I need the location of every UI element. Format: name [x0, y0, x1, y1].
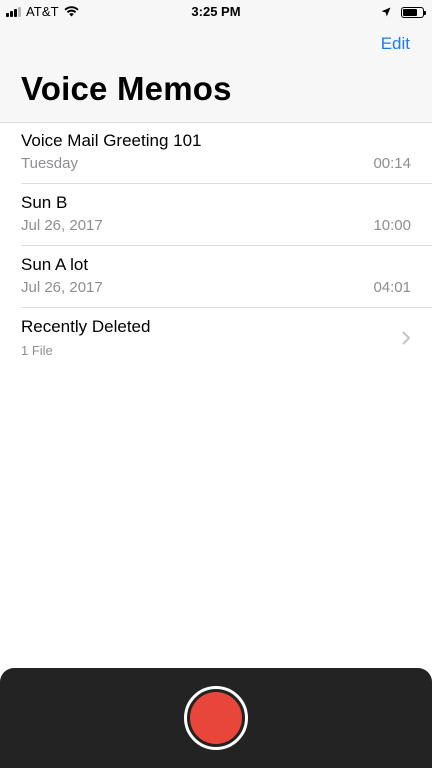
status-bar: AT&T 3:25 PM [0, 0, 432, 24]
page-title: Voice Memos [21, 70, 232, 107]
header-area: AT&T 3:25 PM Edit Voice Memos [0, 0, 432, 123]
memo-duration: 04:01 [373, 279, 411, 296]
memo-title: Voice Mail Greeting 101 [21, 131, 202, 150]
memo-row[interactable]: Sun B Jul 26, 2017 10:00 [21, 184, 432, 246]
memo-date: Tuesday [21, 155, 78, 172]
memo-duration: 10:00 [373, 217, 411, 234]
memo-row[interactable]: Sun A lot Jul 26, 2017 04:01 [21, 246, 432, 308]
record-panel [0, 668, 432, 768]
memo-duration: 00:14 [373, 155, 411, 172]
memo-title: Sun A lot [21, 255, 89, 274]
status-right [381, 5, 426, 20]
recently-deleted-row[interactable]: Recently Deleted 1 File [21, 308, 432, 369]
memo-date: Jul 26, 2017 [21, 279, 103, 296]
recently-deleted-count: 1 File [21, 343, 53, 358]
chevron-right-icon [402, 331, 411, 350]
location-arrow-icon [381, 5, 391, 20]
record-icon [190, 692, 242, 744]
memo-row[interactable]: Voice Mail Greeting 101 Tuesday 00:14 [21, 122, 432, 184]
edit-button[interactable]: Edit [381, 34, 410, 54]
memo-title: Sun B [21, 193, 68, 212]
memo-list: Voice Mail Greeting 101 Tuesday 00:14 Su… [0, 122, 432, 369]
memo-date: Jul 26, 2017 [21, 217, 103, 234]
status-time: 3:25 PM [191, 4, 241, 19]
battery-icon [401, 7, 426, 18]
recently-deleted-title: Recently Deleted [21, 317, 151, 336]
record-button[interactable] [184, 686, 248, 750]
